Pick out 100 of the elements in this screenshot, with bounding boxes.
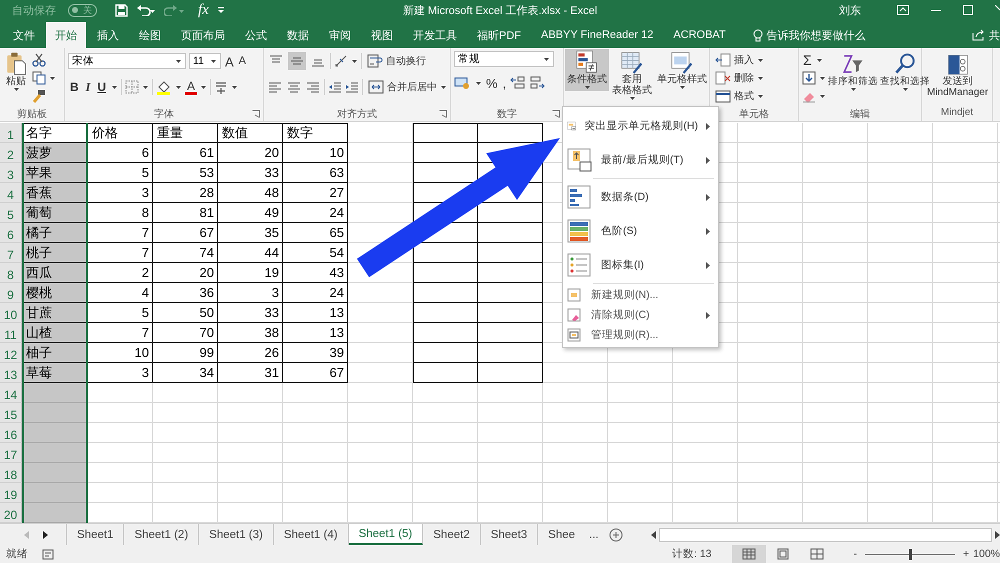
scroll-right-icon[interactable]	[995, 530, 1000, 538]
page-break-icon[interactable]	[810, 548, 824, 560]
format-button[interactable]: 格式	[713, 87, 766, 105]
maximize-icon[interactable]	[963, 5, 973, 15]
fill-down-icon[interactable]	[802, 71, 816, 85]
increase-indent-icon[interactable]	[345, 80, 359, 94]
comma-button[interactable]: ,	[502, 76, 508, 90]
ribbon-tab[interactable]: ABBYY FineReader 12	[532, 22, 662, 48]
dialog-launcher-icon[interactable]	[439, 110, 447, 118]
ribbon-tab[interactable]: 页面布局	[172, 22, 234, 48]
decrease-indent-icon[interactable]	[328, 80, 342, 94]
grow-font-button[interactable]: A	[224, 52, 235, 70]
accounting-format-icon[interactable]	[454, 76, 472, 90]
table-cell: 葡萄	[22, 203, 88, 223]
ribbon-tab[interactable]: 福昕PDF	[468, 22, 530, 48]
format-as-table-button[interactable]: 套用 表格格式	[610, 49, 654, 102]
manage-rules-icon	[567, 328, 581, 342]
more-sheets-button[interactable]: ...	[585, 524, 603, 545]
menu-item[interactable]: 管理规则(R)...	[563, 325, 718, 345]
align-center-icon[interactable]	[286, 80, 302, 94]
ribbon-tab[interactable]: 审阅	[320, 22, 360, 48]
dialog-launcher-icon[interactable]	[252, 110, 260, 118]
fill-color-icon[interactable]	[156, 80, 172, 94]
ribbon-tab[interactable]: 开发工具	[404, 22, 466, 48]
number-format-field[interactable]: 常规	[454, 51, 554, 67]
menu-item[interactable]: 图标集(I)	[563, 248, 718, 282]
menu-item[interactable]: 突出显示单元格规则(H)	[563, 109, 718, 143]
delete-button[interactable]: 删除	[713, 69, 766, 87]
zoom-in-button[interactable]: +	[959, 548, 974, 560]
group-label: Mindjet	[940, 107, 974, 118]
ribbon-tab[interactable]: 公式	[236, 22, 276, 48]
ribbon-tab[interactable]: ACROBAT	[664, 22, 735, 48]
share-icon[interactable]	[972, 29, 985, 41]
menu-item[interactable]: 新建规则(N)...	[563, 285, 718, 305]
ribbon-tab[interactable]: 开始	[46, 22, 86, 48]
table-cell: 34	[153, 363, 218, 383]
add-sheet-icon[interactable]	[608, 528, 623, 542]
format-painter-icon[interactable]	[32, 89, 46, 103]
tell-me-search[interactable]: 告诉我你想要做什么	[766, 28, 866, 42]
align-right-icon[interactable]	[305, 80, 321, 94]
scroll-left-icon[interactable]	[650, 530, 656, 538]
menu-item[interactable]: 清除规则(C)	[563, 305, 718, 325]
undo-icon[interactable]	[136, 4, 156, 16]
table-cell	[413, 363, 478, 383]
table-cell: 65	[283, 223, 348, 243]
wrap-text-button[interactable]: 自动换行	[365, 52, 428, 70]
search-icon	[894, 52, 916, 76]
ribbon-tab[interactable]: 插入	[88, 22, 128, 48]
menu-item[interactable]: 最前/最后规则(T)	[563, 143, 718, 177]
shrink-font-button[interactable]: A	[238, 55, 248, 67]
sort-filter-button[interactable]: 排序和筛选	[828, 51, 878, 93]
table-cell: 山楂	[22, 323, 88, 343]
cell-styles-button[interactable]: 单元格样式	[655, 49, 709, 91]
customize-icon[interactable]	[216, 6, 225, 14]
formula-button[interactable]: fx	[198, 2, 209, 18]
autosum-button[interactable]: Σ	[802, 52, 813, 68]
font-name-field[interactable]: 宋体	[68, 53, 186, 69]
scissors-icon[interactable]	[32, 53, 46, 67]
dialog-launcher-icon[interactable]	[552, 110, 560, 118]
sort-filter-icon	[842, 52, 864, 76]
sheet-tab[interactable]: Sheet1 (5)	[348, 524, 424, 545]
normal-view-icon[interactable]	[742, 548, 756, 560]
ribbon-display-icon[interactable]	[897, 5, 909, 15]
ribbon-tab[interactable]: 文件	[4, 22, 44, 48]
table-cell: 70	[153, 323, 218, 343]
insert-button[interactable]: 插入	[713, 51, 766, 69]
decrease-decimal-icon[interactable]	[529, 76, 546, 90]
save-icon[interactable]	[115, 4, 128, 16]
borders-icon[interactable]	[125, 80, 140, 94]
middle-align-icon[interactable]	[288, 52, 306, 70]
bold-button[interactable]: B	[68, 80, 81, 94]
menu-item[interactable]: 数据条(D)	[563, 180, 718, 214]
page-layout-icon[interactable]	[776, 548, 790, 560]
ribbon-tab[interactable]: 视图	[362, 22, 402, 48]
conditional-format-button[interactable]: 条件格式	[565, 49, 609, 91]
zoom-out-button[interactable]: -	[850, 548, 861, 560]
sheet-tab[interactable]: Shee	[538, 524, 586, 545]
font-color-button[interactable]: A	[185, 80, 198, 94]
macro-record-icon[interactable]	[42, 548, 54, 560]
menu-item[interactable]: 色阶(S)	[563, 214, 718, 248]
table-cell: 44	[218, 243, 283, 263]
row-header: 12	[0, 343, 22, 363]
copy-icon[interactable]	[32, 71, 46, 85]
underline-button[interactable]: U	[95, 80, 108, 94]
horizontal-scrollbar[interactable]	[658, 528, 992, 542]
font-size-field[interactable]: 11	[189, 53, 221, 69]
italic-button[interactable]: I	[84, 80, 92, 94]
phonetic-guide-icon[interactable]	[214, 80, 228, 94]
ribbon-tab[interactable]: 数据	[278, 22, 318, 48]
text-orientation-icon[interactable]	[334, 54, 348, 68]
align-left-icon[interactable]	[267, 80, 283, 94]
scroll-right-icon[interactable]	[43, 530, 48, 538]
paste-button[interactable]: 粘贴	[3, 51, 29, 93]
ribbon-tab[interactable]: 绘图	[130, 22, 170, 48]
table-cell	[413, 143, 478, 163]
merge-center-button[interactable]: 合并后居中	[366, 78, 449, 96]
increase-decimal-icon[interactable]	[510, 76, 526, 90]
share-button[interactable]: 共	[989, 28, 1000, 42]
percent-button[interactable]: %	[485, 76, 499, 90]
table-cell: 31	[218, 363, 283, 383]
